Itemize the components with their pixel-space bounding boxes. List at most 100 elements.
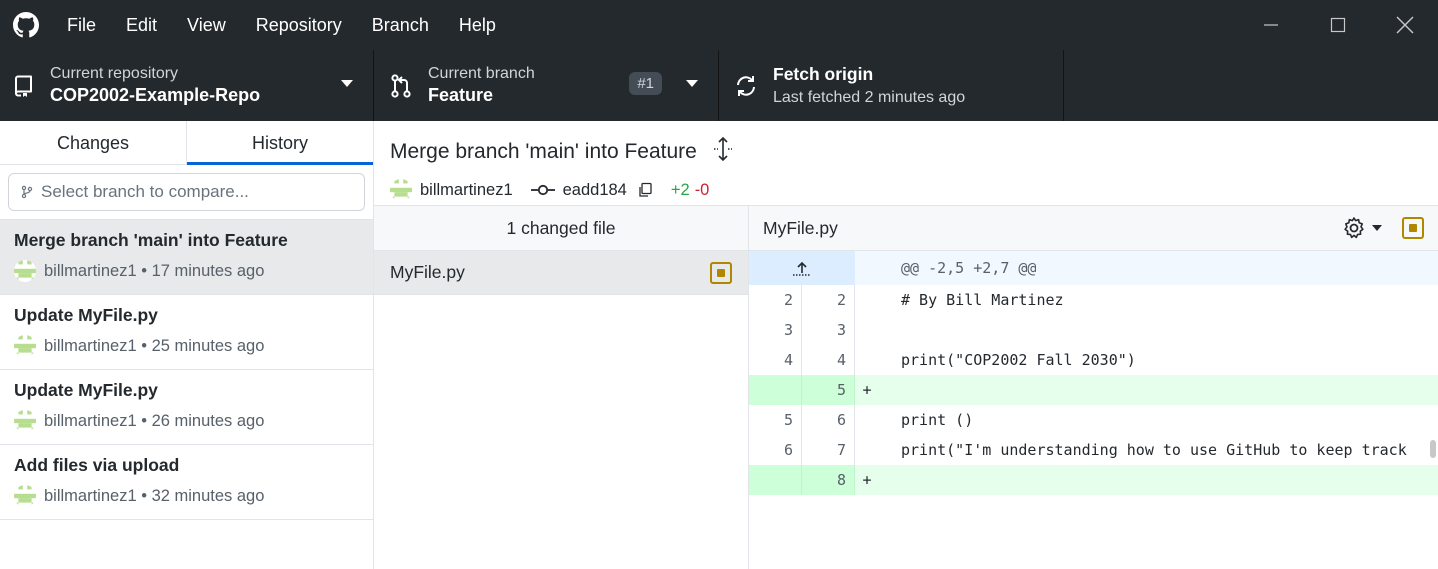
commit-author: billmartinez1 [44, 336, 137, 355]
expand-icon[interactable] [711, 136, 735, 167]
expand-up-button[interactable] [749, 251, 855, 285]
new-line-number: 3 [802, 315, 855, 345]
diff-line: 4 4 print("COP2002 Fall 2030") [749, 345, 1438, 375]
branch-icon [21, 185, 33, 199]
fetch-origin-label: Fetch origin [773, 64, 874, 84]
file-modified-icon [710, 261, 732, 284]
menu-repository[interactable]: Repository [241, 0, 357, 50]
diff-line: 6 7 print("I'm understanding how to use … [749, 435, 1438, 465]
diff-pane: MyFile.py @@ -2,5 +2,7 @@ 2 2 # By Bill … [749, 206, 1438, 569]
branch-text: Current branch Feature [428, 65, 535, 106]
branch-icon [374, 73, 428, 99]
diff-marker: + [862, 381, 872, 399]
commit-meta: billmartinez1 • 26 minutes ago [14, 410, 359, 432]
commit-time: • 32 minutes ago [141, 486, 265, 505]
window-controls [1237, 0, 1438, 50]
commit-author: billmartinez1 [44, 486, 137, 505]
file-list-item[interactable]: MyFile.py [374, 251, 748, 295]
minimize-button[interactable] [1237, 0, 1304, 50]
diff-header: MyFile.py [749, 206, 1438, 251]
commit-title: Merge branch 'main' into Feature [14, 230, 288, 250]
repository-text: Current repository COP2002-Example-Repo [50, 65, 260, 106]
commit-meta: billmartinez1 • 17 minutes ago [14, 260, 359, 282]
code-text: print () [901, 411, 974, 429]
menu-branch[interactable]: Branch [357, 0, 444, 50]
new-line-number: 7 [802, 435, 855, 465]
branch-compare-placeholder: Select branch to compare... [41, 182, 249, 201]
chevron-down-icon [686, 80, 698, 87]
current-branch-label: Current branch [428, 65, 535, 82]
branch-compare-input[interactable]: Select branch to compare... [8, 173, 365, 211]
menu-file[interactable]: File [52, 0, 111, 50]
commit-item[interactable]: Merge branch 'main' into Feature billmar… [0, 220, 373, 295]
commit-list: Merge branch 'main' into Feature billmar… [0, 219, 373, 520]
commit-item[interactable]: Update MyFile.py billmartinez1 • 26 minu… [0, 370, 373, 445]
lines-removed-count: -0 [694, 180, 710, 199]
menu-edit[interactable]: Edit [111, 0, 172, 50]
repository-name: COP2002-Example-Repo [50, 85, 261, 105]
old-line-number: 2 [749, 285, 802, 315]
new-line-number: 6 [802, 405, 855, 435]
diff-marker [855, 435, 879, 465]
diff-line: 2 2 # By Bill Martinez [749, 285, 1438, 315]
commit-title: Update MyFile.py [14, 380, 158, 400]
maximize-icon [1330, 17, 1345, 33]
menu-help[interactable]: Help [444, 0, 511, 50]
sync-icon [719, 74, 773, 98]
minimize-icon [1263, 24, 1278, 26]
diff-marker [855, 345, 879, 375]
close-button[interactable] [1371, 0, 1438, 50]
old-line-number: 4 [749, 345, 802, 375]
horizontal-scrollbar-thumb[interactable] [1430, 440, 1436, 458]
pull-request-badge[interactable]: #1 [629, 72, 662, 95]
diff-marker [855, 405, 879, 435]
diff-settings-button[interactable] [1342, 216, 1382, 240]
old-line-number: 3 [749, 315, 802, 345]
current-repository-button[interactable]: Current repository COP2002-Example-Repo [0, 50, 374, 121]
commit-author: billmartinez1 [44, 261, 137, 280]
commit-sha-group: eadd184 [530, 181, 653, 200]
github-logo-icon [0, 0, 52, 50]
tab-changes[interactable]: Changes [0, 121, 187, 164]
avatar [390, 179, 412, 201]
code-text: print("I'm understanding how to use GitH… [901, 441, 1407, 459]
toolbar: Current repository COP2002-Example-Repo … [0, 50, 1438, 121]
avatar [14, 410, 36, 432]
expand-up-icon [793, 261, 811, 276]
hunk-header-text: @@ -2,5 +2,7 @@ [901, 259, 1037, 277]
commit-title: Add files via upload [14, 455, 180, 475]
commit-summary-header: Merge branch 'main' into Feature billmar… [374, 121, 1438, 206]
new-line-number: 4 [802, 345, 855, 375]
commit-item[interactable]: Add files via upload billmartinez1 • 32 … [0, 445, 373, 520]
commit-sha[interactable]: eadd184 [563, 181, 627, 200]
commit-item[interactable]: Update MyFile.py billmartinez1 • 25 minu… [0, 295, 373, 370]
lines-added-count: +2 [670, 180, 690, 199]
commit-author: billmartinez1 [44, 411, 137, 430]
close-icon [1396, 16, 1413, 34]
current-branch-button[interactable]: Current branch Feature #1 [374, 50, 719, 121]
commit-summary: Merge branch 'main' into Feature [390, 136, 1422, 167]
tab-history[interactable]: History [187, 121, 373, 165]
diff-file-name: MyFile.py [763, 217, 838, 238]
chevron-down-icon [1372, 225, 1382, 231]
old-line-number: 6 [749, 435, 802, 465]
changed-files-header: 1 changed file [374, 206, 748, 251]
repo-icon [0, 74, 50, 98]
commit-meta: billmartinez1 • 25 minutes ago [14, 335, 359, 357]
changed-files-pane: 1 changed file MyFile.py [374, 206, 749, 569]
avatar [14, 260, 36, 282]
commit-title: Update MyFile.py [14, 305, 158, 325]
copy-icon[interactable] [637, 182, 653, 198]
sidebar: Changes History Select branch to compare… [0, 121, 374, 569]
diff-marker [855, 285, 879, 315]
maximize-button[interactable] [1304, 0, 1371, 50]
new-line-number: 5 [802, 375, 855, 405]
old-line-number [749, 375, 802, 405]
commit-meta: billmartinez1 • 32 minutes ago [14, 485, 359, 507]
menu-view[interactable]: View [172, 0, 241, 50]
diff-line-added: 8 + [749, 465, 1438, 495]
fetch-origin-button[interactable]: Fetch origin Last fetched 2 minutes ago [719, 50, 1064, 121]
